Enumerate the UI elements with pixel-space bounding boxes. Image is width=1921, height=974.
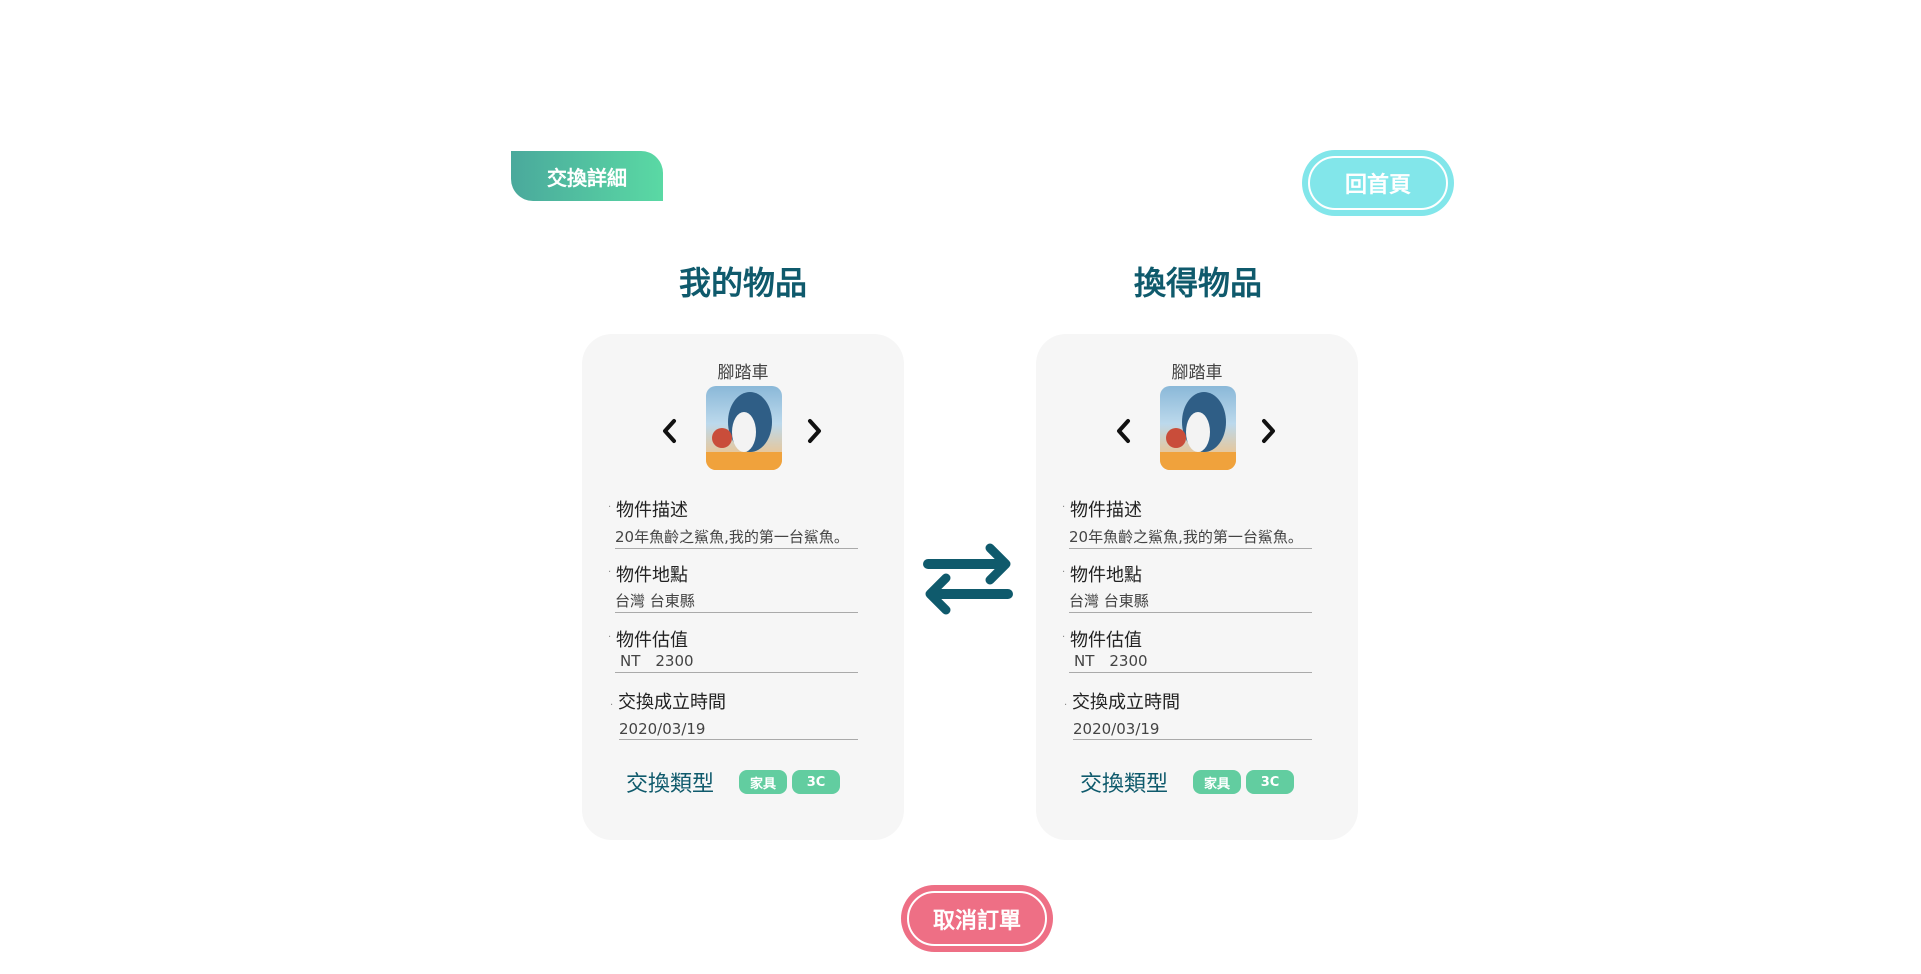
location-label: · 物件地點 (608, 561, 688, 587)
bullet: · (608, 632, 612, 643)
location-label-text: 物件地點 (616, 565, 688, 586)
value-amount: NT 2300 (615, 650, 858, 673)
type-chip: 家具 (1193, 770, 1241, 794)
received-item-title: 換得物品 (1133, 264, 1262, 302)
chevron-right-icon[interactable] (804, 418, 824, 444)
my-item-card: 腳踏車 · 物件描述 20年魚齡之鯊魚,我的第一台鯊魚。 · 物件地點 台灣 台東縣… (582, 334, 904, 840)
type-label: 交換類型 (1080, 772, 1169, 797)
value-label: · 物件估值 (608, 626, 688, 652)
type-chip: 家具 (739, 770, 787, 794)
description-value: 20年魚齡之鯊魚,我的第一台鯊魚。 (1069, 526, 1312, 549)
item-photo (1160, 386, 1236, 470)
value-label: · 物件估值 (1062, 626, 1142, 652)
item-photo (706, 386, 782, 470)
cancel-order-button[interactable]: 取消訂單 (901, 885, 1053, 952)
location-value: 台灣 台東縣 (1069, 590, 1312, 613)
bullet: · (1064, 700, 1068, 711)
time-value: 2020/03/19 (619, 720, 858, 740)
location-value: 台灣 台東縣 (615, 590, 858, 613)
chevron-left-icon[interactable] (660, 418, 680, 444)
cancel-button-border (907, 891, 1047, 946)
time-label: · 交換成立時間 (1064, 688, 1180, 714)
bullet: · (608, 567, 612, 578)
value-amount: NT 2300 (1069, 650, 1312, 673)
bullet: · (1062, 567, 1066, 578)
time-value: 2020/03/19 (1073, 720, 1312, 740)
section-tag: 交換詳細 (511, 151, 663, 201)
my-item-title: 我的物品 (678, 264, 807, 302)
item-name: 腳踏車 (1171, 363, 1223, 383)
bullet: · (1062, 632, 1066, 643)
description-label-text: 物件描述 (616, 500, 688, 521)
description-label: · 物件描述 (608, 496, 688, 522)
value-label-text: 物件估值 (1070, 630, 1142, 651)
bullet: · (610, 700, 614, 711)
home-button[interactable]: 回首頁 (1302, 150, 1454, 216)
time-label: · 交換成立時間 (610, 688, 726, 714)
chevron-left-icon[interactable] (1114, 418, 1134, 444)
time-label-text: 交換成立時間 (1072, 692, 1180, 713)
time-label-text: 交換成立時間 (618, 692, 726, 713)
type-label: 交換類型 (626, 772, 715, 797)
value-label-text: 物件估值 (616, 630, 688, 651)
chevron-right-icon[interactable] (1258, 418, 1278, 444)
description-label: · 物件描述 (1062, 496, 1142, 522)
type-chip: 3C (1246, 770, 1294, 794)
received-item-card: 腳踏車 · 物件描述 20年魚齡之鯊魚,我的第一台鯊魚。 · 物件地點 台灣 台東縣… (1036, 334, 1358, 840)
type-chip: 3C (792, 770, 840, 794)
location-label-text: 物件地點 (1070, 565, 1142, 586)
description-label-text: 物件描述 (1070, 500, 1142, 521)
bullet: · (608, 502, 612, 513)
bullet: · (1062, 502, 1066, 513)
description-value: 20年魚齡之鯊魚,我的第一台鯊魚。 (615, 526, 858, 549)
home-button-border (1308, 156, 1448, 210)
item-name: 腳踏車 (717, 363, 769, 383)
swap-arrows-icon (920, 540, 1016, 616)
location-label: · 物件地點 (1062, 561, 1142, 587)
